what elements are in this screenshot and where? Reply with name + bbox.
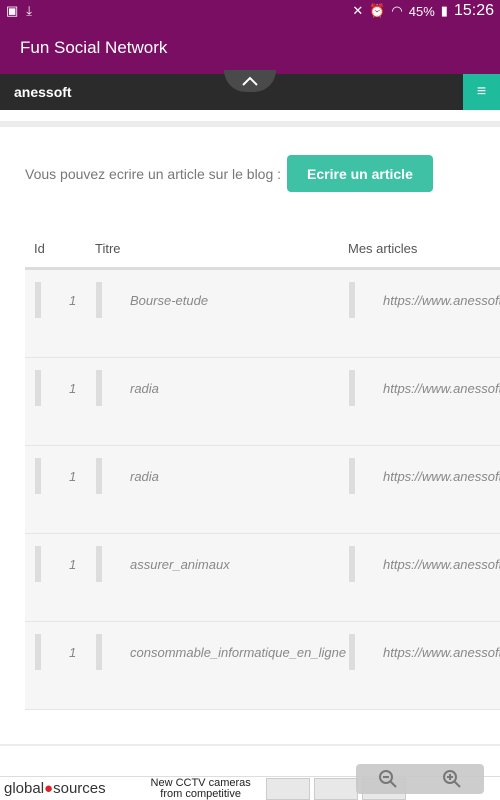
table-header: Id Titre Mes articles bbox=[25, 230, 500, 270]
write-article-row: Vous pouvez ecrire un article sur le blo… bbox=[25, 155, 495, 192]
divider bbox=[0, 121, 500, 127]
table-row: 1 consommable_informatique_en_ligne https:… bbox=[25, 622, 500, 710]
header-id: Id bbox=[34, 241, 45, 256]
cell-id: 1 bbox=[69, 381, 77, 396]
ad-product-image bbox=[313, 777, 358, 800]
cell-marker bbox=[96, 370, 102, 406]
cell-article-link[interactable]: https://www.anessoft bbox=[383, 469, 500, 484]
header-articles: Mes articles bbox=[348, 241, 418, 256]
clock: 15:26 bbox=[453, 2, 494, 19]
table-row: 1 radia https://www.anessoft bbox=[25, 358, 500, 446]
cta-text: Vous pouvez ecrire un article sur le blo… bbox=[25, 165, 282, 182]
ad-product-image bbox=[265, 777, 310, 800]
app-bar: Fun Social Network bbox=[0, 22, 500, 74]
cell-id: 1 bbox=[69, 557, 77, 572]
cell-title[interactable]: assurer_animaux bbox=[130, 557, 230, 572]
zoom-out-icon bbox=[379, 770, 397, 788]
cell-marker bbox=[35, 458, 41, 494]
status-bar: ▣ ⤓ ✕ ⏰ ◠ 45% ▮ 15:26 bbox=[0, 0, 500, 22]
cell-marker bbox=[349, 458, 355, 494]
cell-article-link[interactable]: https://www.anessoft bbox=[383, 557, 500, 572]
cell-marker bbox=[96, 282, 102, 318]
cell-marker bbox=[349, 282, 355, 318]
cell-id: 1 bbox=[69, 645, 77, 660]
menu-icon: ≡ bbox=[476, 83, 487, 100]
divider bbox=[0, 744, 500, 746]
alarm-icon: ⏰ bbox=[369, 3, 386, 18]
cell-title[interactable]: Bourse-etude bbox=[130, 293, 208, 308]
cell-marker bbox=[35, 634, 41, 670]
battery-icon: ▮ bbox=[440, 3, 448, 18]
cell-title[interactable]: radia bbox=[130, 381, 159, 396]
gallery-icon: ▣ bbox=[6, 3, 19, 18]
chevron-up-icon bbox=[242, 76, 258, 86]
app-title: Fun Social Network bbox=[20, 38, 168, 57]
table-row: 1 assurer_animaux https://www.anessoft bbox=[25, 534, 500, 622]
cell-marker bbox=[35, 282, 41, 318]
hamburger-menu-button[interactable]: ≡ bbox=[463, 74, 500, 110]
username[interactable]: anessoft bbox=[14, 84, 72, 100]
zoom-out-button[interactable] bbox=[356, 764, 420, 794]
cell-marker bbox=[349, 546, 355, 582]
download-icon: ⤓ bbox=[26, 3, 33, 18]
mute-icon: ✕ bbox=[352, 3, 364, 18]
table-row: 1 radia https://www.anessoft bbox=[25, 446, 500, 534]
cell-marker bbox=[35, 546, 41, 582]
cell-marker bbox=[96, 546, 102, 582]
table-row: 1 Bourse-etude https://www.anessoft bbox=[25, 270, 500, 358]
articles-table: Id Titre Mes articles 1 Bourse-etude https… bbox=[25, 230, 500, 710]
zoom-in-icon bbox=[443, 770, 461, 788]
cell-marker bbox=[35, 370, 41, 406]
cell-article-link[interactable]: https://www.anessoft bbox=[383, 293, 500, 308]
ad-text: New CCTV cameras from competitive bbox=[150, 776, 251, 800]
wifi-icon: ◠ bbox=[391, 3, 403, 18]
cell-marker bbox=[96, 634, 102, 670]
zoom-in-button[interactable] bbox=[420, 764, 484, 794]
cell-title[interactable]: radia bbox=[130, 469, 159, 484]
battery-level: 45% bbox=[408, 3, 435, 19]
cell-title[interactable]: consommable_informatique_en_ligne bbox=[130, 645, 346, 660]
ad-brand: global●sources bbox=[4, 780, 106, 797]
cell-marker bbox=[349, 370, 355, 406]
write-article-button[interactable]: Ecrire un article bbox=[287, 155, 433, 192]
header-title: Titre bbox=[95, 241, 121, 256]
cell-id: 1 bbox=[69, 293, 77, 308]
cell-article-link[interactable]: https://www.anessoft bbox=[383, 645, 500, 660]
cell-id: 1 bbox=[69, 469, 77, 484]
cell-article-link[interactable]: https://www.anessoft bbox=[383, 381, 500, 396]
cell-marker bbox=[349, 634, 355, 670]
cell-marker bbox=[96, 458, 102, 494]
